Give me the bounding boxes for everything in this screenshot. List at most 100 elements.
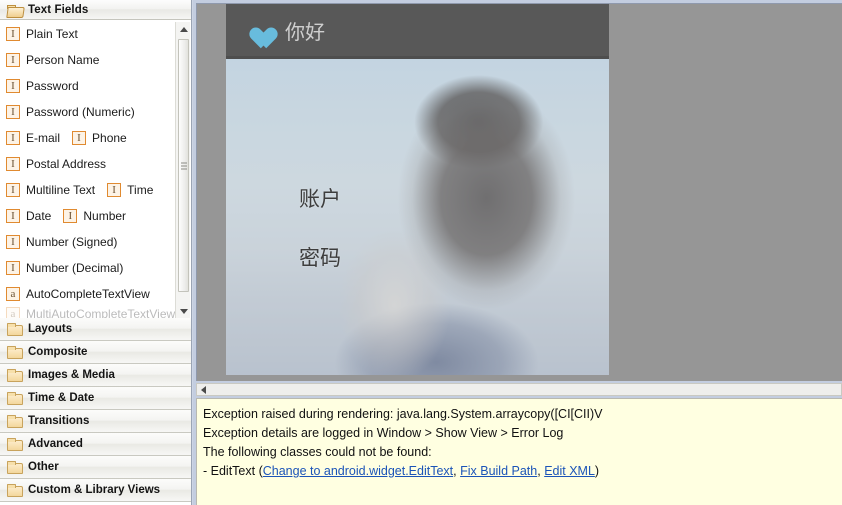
palette-item-autocompletetextview[interactable]: AutoCompleteTextView [0,281,191,307]
edittext-icon [6,53,20,68]
palette-item-label: AutoCompleteTextView [26,287,150,301]
palette-header-label: Text Fields [28,3,89,16]
device-render-frame[interactable]: 你好 账户 密码 [226,4,609,375]
action-bar-title: 你好 [285,19,325,44]
scrollbar-grip-icon [181,162,187,169]
palette-category-label: Images & Media [28,369,115,381]
edittext-icon [6,105,20,120]
palette-row-multiline-time[interactable]: Multiline Text Time [0,177,191,203]
error-line-details: Exception details are logged in Window >… [203,426,564,440]
palette-item-postal-address[interactable]: Postal Address [0,151,191,177]
scroll-left-arrow-icon[interactable] [197,384,210,395]
palette-category-layouts[interactable]: Layouts [0,318,191,341]
palette-category-transitions[interactable]: Transitions [0,410,191,433]
folder-icon [7,438,23,451]
edittext-icon [107,183,122,198]
palette-category-other[interactable]: Other [0,456,191,479]
error-line-edittext: - EditText (Change to android.widget.Edi… [203,462,842,481]
heart-icon [244,19,270,42]
palette-item-password[interactable]: Password [0,73,191,99]
palette-category-advanced[interactable]: Advanced [0,433,191,456]
palette-category-label: Other [28,461,59,473]
edittext-icon [72,131,87,146]
edittext-icon [6,261,20,276]
render-error-panel: Exception raised during rendering: java.… [196,398,842,505]
palette-category-label: Custom & Library Views [28,484,161,496]
edittext-icon [6,157,20,172]
error-class-name: - EditText ( [203,464,263,478]
folder-open-icon [7,4,22,16]
palette-category-composite[interactable]: Composite [0,341,191,364]
palette-category-label: Composite [28,346,88,358]
folder-icon [7,415,23,428]
palette-item-person-name[interactable]: Person Name [0,47,191,73]
palette-item-label-number: Number [83,209,127,223]
palette-category-list: Layouts Composite Images & Media Time & … [0,318,191,502]
palette-item-password-numeric[interactable]: Password (Numeric) [0,99,191,125]
link-change-to-android-widget-edittext[interactable]: Change to android.widget.EditText [263,464,453,478]
folder-icon [7,484,23,497]
background-photo: 账户 密码 [226,59,609,375]
palette-item-time[interactable]: Time [107,183,154,198]
palette-item-label: MultiAutoCompleteTextView [26,307,176,318]
palette-category-custom-library-views[interactable]: Custom & Library Views [0,479,191,502]
palette-vertical-scrollbar[interactable] [175,22,190,318]
palette-item-label: Password (Numeric) [26,105,135,119]
app-action-bar: 你好 [226,4,609,59]
folder-icon [7,346,23,359]
folder-icon [7,323,23,336]
eclipse-layout-editor-window: Text Fields Plain Text Person Name Passw… [0,0,842,505]
palette-item-label: Password [26,79,79,93]
palette-item-number-signed[interactable]: Number (Signed) [0,229,191,255]
palette-item-label-date[interactable]: Date [26,209,51,223]
palette-item-label-multiline-text[interactable]: Multiline Text [26,183,95,197]
scroll-up-arrow-icon[interactable] [176,22,191,36]
palette-row-date-number[interactable]: Date Number [0,203,191,229]
palette-item-label-email[interactable]: E-mail [26,131,60,145]
palette-header-text-fields[interactable]: Text Fields [0,0,191,20]
palette-category-label: Advanced [28,438,83,450]
palette-item-label: Number (Decimal) [26,261,124,275]
folder-icon [7,369,23,382]
edittext-icon [6,209,20,224]
folder-icon [7,392,23,405]
palette-category-label: Time & Date [28,392,95,404]
error-line-exception: Exception raised during rendering: java.… [203,407,603,421]
edittext-icon [6,131,20,146]
error-line-classes-header: The following classes could not be found… [203,445,432,459]
password-label: 密码 [299,246,341,270]
palette-scrollbar-thumb[interactable] [178,39,189,292]
scroll-down-arrow-icon[interactable] [176,304,191,318]
palette-item-label: Number (Signed) [26,235,118,249]
palette-item-label: Postal Address [26,157,107,171]
palette-item-number[interactable]: Number [63,209,127,224]
account-label: 账户 [299,187,341,211]
palette-category-time-date[interactable]: Time & Date [0,387,191,410]
palette-item-number-decimal[interactable]: Number (Decimal) [0,255,191,281]
link-fix-build-path[interactable]: Fix Build Path [460,464,537,478]
edittext-icon [6,183,20,198]
palette-item-label: Person Name [26,53,100,67]
palette-item-label-phone: Phone [92,131,127,145]
palette-item-label: Plain Text [26,27,78,41]
edittext-icon [6,27,20,42]
link-edit-xml[interactable]: Edit XML [544,464,595,478]
palette-category-images-media[interactable]: Images & Media [0,364,191,387]
edittext-icon [63,209,78,224]
autocomplete-icon [6,307,20,318]
edittext-icon [6,235,20,250]
palette-item-list[interactable]: Plain Text Person Name Password Password… [0,21,191,318]
layout-preview-canvas[interactable]: 你好 账户 密码 [196,3,842,381]
palette-item-label-time: Time [127,183,154,197]
palette-row-email-phone[interactable]: E-mail Phone [0,125,191,151]
folder-icon [7,461,23,474]
palette-item-plain-text[interactable]: Plain Text [0,21,191,47]
error-close-paren: ) [594,464,600,478]
palette-item-multiautocompletetextview[interactable]: MultiAutoCompleteTextView [0,307,191,318]
palette-item-phone[interactable]: Phone [72,131,127,146]
canvas-horizontal-scrollbar[interactable] [196,383,842,396]
autocomplete-icon [6,287,20,302]
palette-category-label: Layouts [28,323,73,335]
layout-editor-area: 你好 账户 密码 Exception raised during renderi… [193,0,842,505]
edittext-icon [6,79,20,94]
